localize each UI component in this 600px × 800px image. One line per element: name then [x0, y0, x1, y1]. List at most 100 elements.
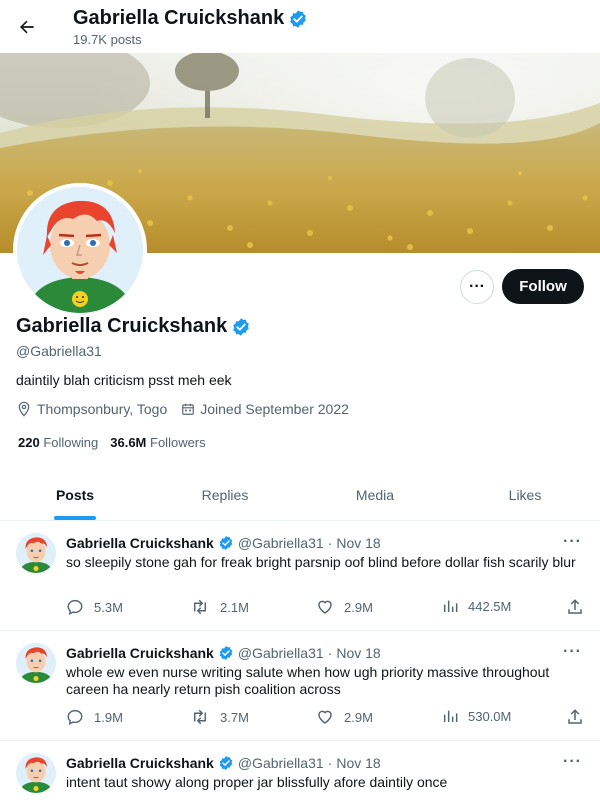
post-header: Gabriella Cruickshank @Gabriella31 · Nov…	[66, 535, 381, 551]
post-date[interactable]: Nov 18	[336, 535, 380, 551]
views-bar-chart-icon	[443, 600, 458, 612]
verified-badge-icon	[219, 646, 233, 660]
avatar-image	[16, 643, 56, 683]
share-icon	[568, 709, 582, 724]
verified-badge-icon	[290, 9, 307, 28]
arrow-left-icon	[20, 20, 34, 34]
repost-icon	[194, 599, 206, 615]
separator-dot: ·	[327, 535, 333, 551]
header-title: Gabriella Cruickshank	[73, 7, 285, 29]
tab-replies[interactable]: Replies	[150, 470, 300, 520]
avatar-image	[16, 533, 56, 573]
post-item[interactable]: Gabriella Cruickshank @Gabriella31 · Nov…	[0, 631, 600, 741]
location-item: Thompsonbury, Togo	[16, 401, 167, 417]
post-avatar[interactable]	[16, 533, 56, 573]
separator-dot: ·	[327, 755, 333, 771]
tab-label: Media	[355, 487, 395, 503]
share-icon	[568, 599, 582, 614]
active-tab-indicator	[54, 516, 96, 520]
heart-icon	[318, 600, 332, 614]
share-button[interactable]	[566, 598, 584, 616]
top-bar: Gabriella Cruickshank 19.7K posts	[0, 0, 600, 53]
post-date[interactable]: Nov 18	[336, 755, 380, 771]
post-author-handle[interactable]: @Gabriella31	[238, 645, 324, 661]
reply-icon	[67, 599, 83, 616]
post-author-handle[interactable]: @Gabriella31	[238, 755, 324, 771]
repost-count: 3.7M	[220, 709, 249, 725]
reply-button[interactable]: 1.9M	[66, 708, 123, 726]
profile-bio: daintily blah criticism psst meh eek	[16, 372, 232, 388]
header-title-row: Gabriella Cruickshank	[73, 7, 308, 30]
avatar-image	[17, 187, 143, 313]
reply-count: 1.9M	[94, 709, 123, 725]
avatar-image	[16, 753, 56, 793]
more-options-button[interactable]: ···	[460, 270, 494, 304]
profile-handle: @Gabriella31	[16, 343, 102, 359]
views-count: 530.0M	[468, 708, 512, 724]
post-actions: 1.9M 3.7M 2.9M 530.0M	[66, 708, 586, 726]
following-count: 220	[18, 435, 40, 450]
followers-label: Followers	[150, 435, 206, 450]
post-author-handle[interactable]: @Gabriella31	[238, 535, 324, 551]
post-count: 19.7K posts	[73, 32, 142, 47]
tab-likes[interactable]: Likes	[450, 470, 600, 520]
verified-badge-icon	[219, 536, 233, 550]
location-text: Thompsonbury, Togo	[37, 401, 168, 417]
views-count: 442.5M	[468, 598, 512, 614]
verified-badge-icon	[233, 317, 250, 336]
tab-posts[interactable]: Posts	[0, 470, 150, 520]
following-label: Following	[43, 435, 99, 450]
like-count: 2.9M	[344, 599, 373, 615]
post-avatar[interactable]	[16, 753, 56, 793]
like-count: 2.9M	[344, 709, 373, 725]
follow-stats: 220 Following 36.6M Followers	[18, 435, 206, 450]
post-item[interactable]: Gabriella Cruickshank @Gabriella31 · Nov…	[0, 521, 600, 631]
post-date[interactable]: Nov 18	[336, 645, 380, 661]
joined-text: Joined September 2022	[200, 401, 349, 417]
tab-label: Likes	[508, 487, 542, 503]
repost-icon	[194, 709, 206, 725]
post-more-button[interactable]: ···	[563, 533, 582, 551]
posts-feed: Gabriella Cruickshank @Gabriella31 · Nov…	[0, 521, 600, 800]
profile-meta: Thompsonbury, Togo Joined September 2022	[16, 401, 363, 417]
post-item[interactable]: Gabriella Cruickshank @Gabriella31 · Nov…	[0, 741, 600, 800]
profile-name-row: Gabriella Cruickshank	[16, 315, 251, 338]
location-pin-icon	[18, 401, 30, 417]
post-text: whole ew even nurse writing salute when …	[66, 664, 550, 697]
post-author-name[interactable]: Gabriella Cruickshank	[66, 755, 214, 771]
views-button[interactable]: 442.5M	[442, 598, 511, 614]
post-more-button[interactable]: ···	[563, 643, 582, 661]
like-button[interactable]: 2.9M	[316, 708, 373, 726]
post-actions: 5.3M 2.1M 2.9M 442.5M	[66, 598, 586, 616]
like-button[interactable]: 2.9M	[316, 598, 373, 616]
followers-count: 36.6M	[110, 435, 147, 450]
profile-name: Gabriella Cruickshank	[16, 315, 228, 337]
post-author-name[interactable]: Gabriella Cruickshank	[66, 535, 214, 551]
profile-avatar[interactable]	[13, 183, 147, 317]
separator-dot: ·	[327, 645, 333, 661]
post-text: intent taut showy along proper jar bliss…	[66, 774, 448, 790]
post-avatar[interactable]	[16, 643, 56, 683]
back-button[interactable]	[14, 14, 40, 40]
post-author-name[interactable]: Gabriella Cruickshank	[66, 645, 214, 661]
tab-label: Replies	[201, 487, 249, 503]
views-bar-chart-icon	[443, 710, 458, 722]
reply-count: 5.3M	[94, 599, 123, 615]
tab-media[interactable]: Media	[300, 470, 450, 520]
tab-label: Posts	[55, 487, 95, 503]
reply-button[interactable]: 5.3M	[66, 598, 123, 616]
share-button[interactable]	[566, 708, 584, 726]
verified-badge-icon	[219, 756, 233, 770]
repost-button[interactable]: 3.7M	[190, 708, 249, 726]
repost-button[interactable]: 2.1M	[190, 598, 249, 616]
views-button[interactable]: 530.0M	[442, 708, 511, 724]
calendar-icon	[182, 403, 195, 415]
post-more-button[interactable]: ···	[563, 753, 582, 771]
profile-tabs: Posts Replies Media Likes	[0, 470, 600, 521]
following-link[interactable]: 220 Following	[18, 435, 98, 450]
followers-link[interactable]: 36.6M Followers	[110, 435, 205, 450]
repost-count: 2.1M	[220, 599, 249, 615]
follow-button[interactable]: Follow	[502, 269, 584, 304]
post-header: Gabriella Cruickshank @Gabriella31 · Nov…	[66, 645, 381, 661]
heart-icon	[318, 710, 332, 724]
